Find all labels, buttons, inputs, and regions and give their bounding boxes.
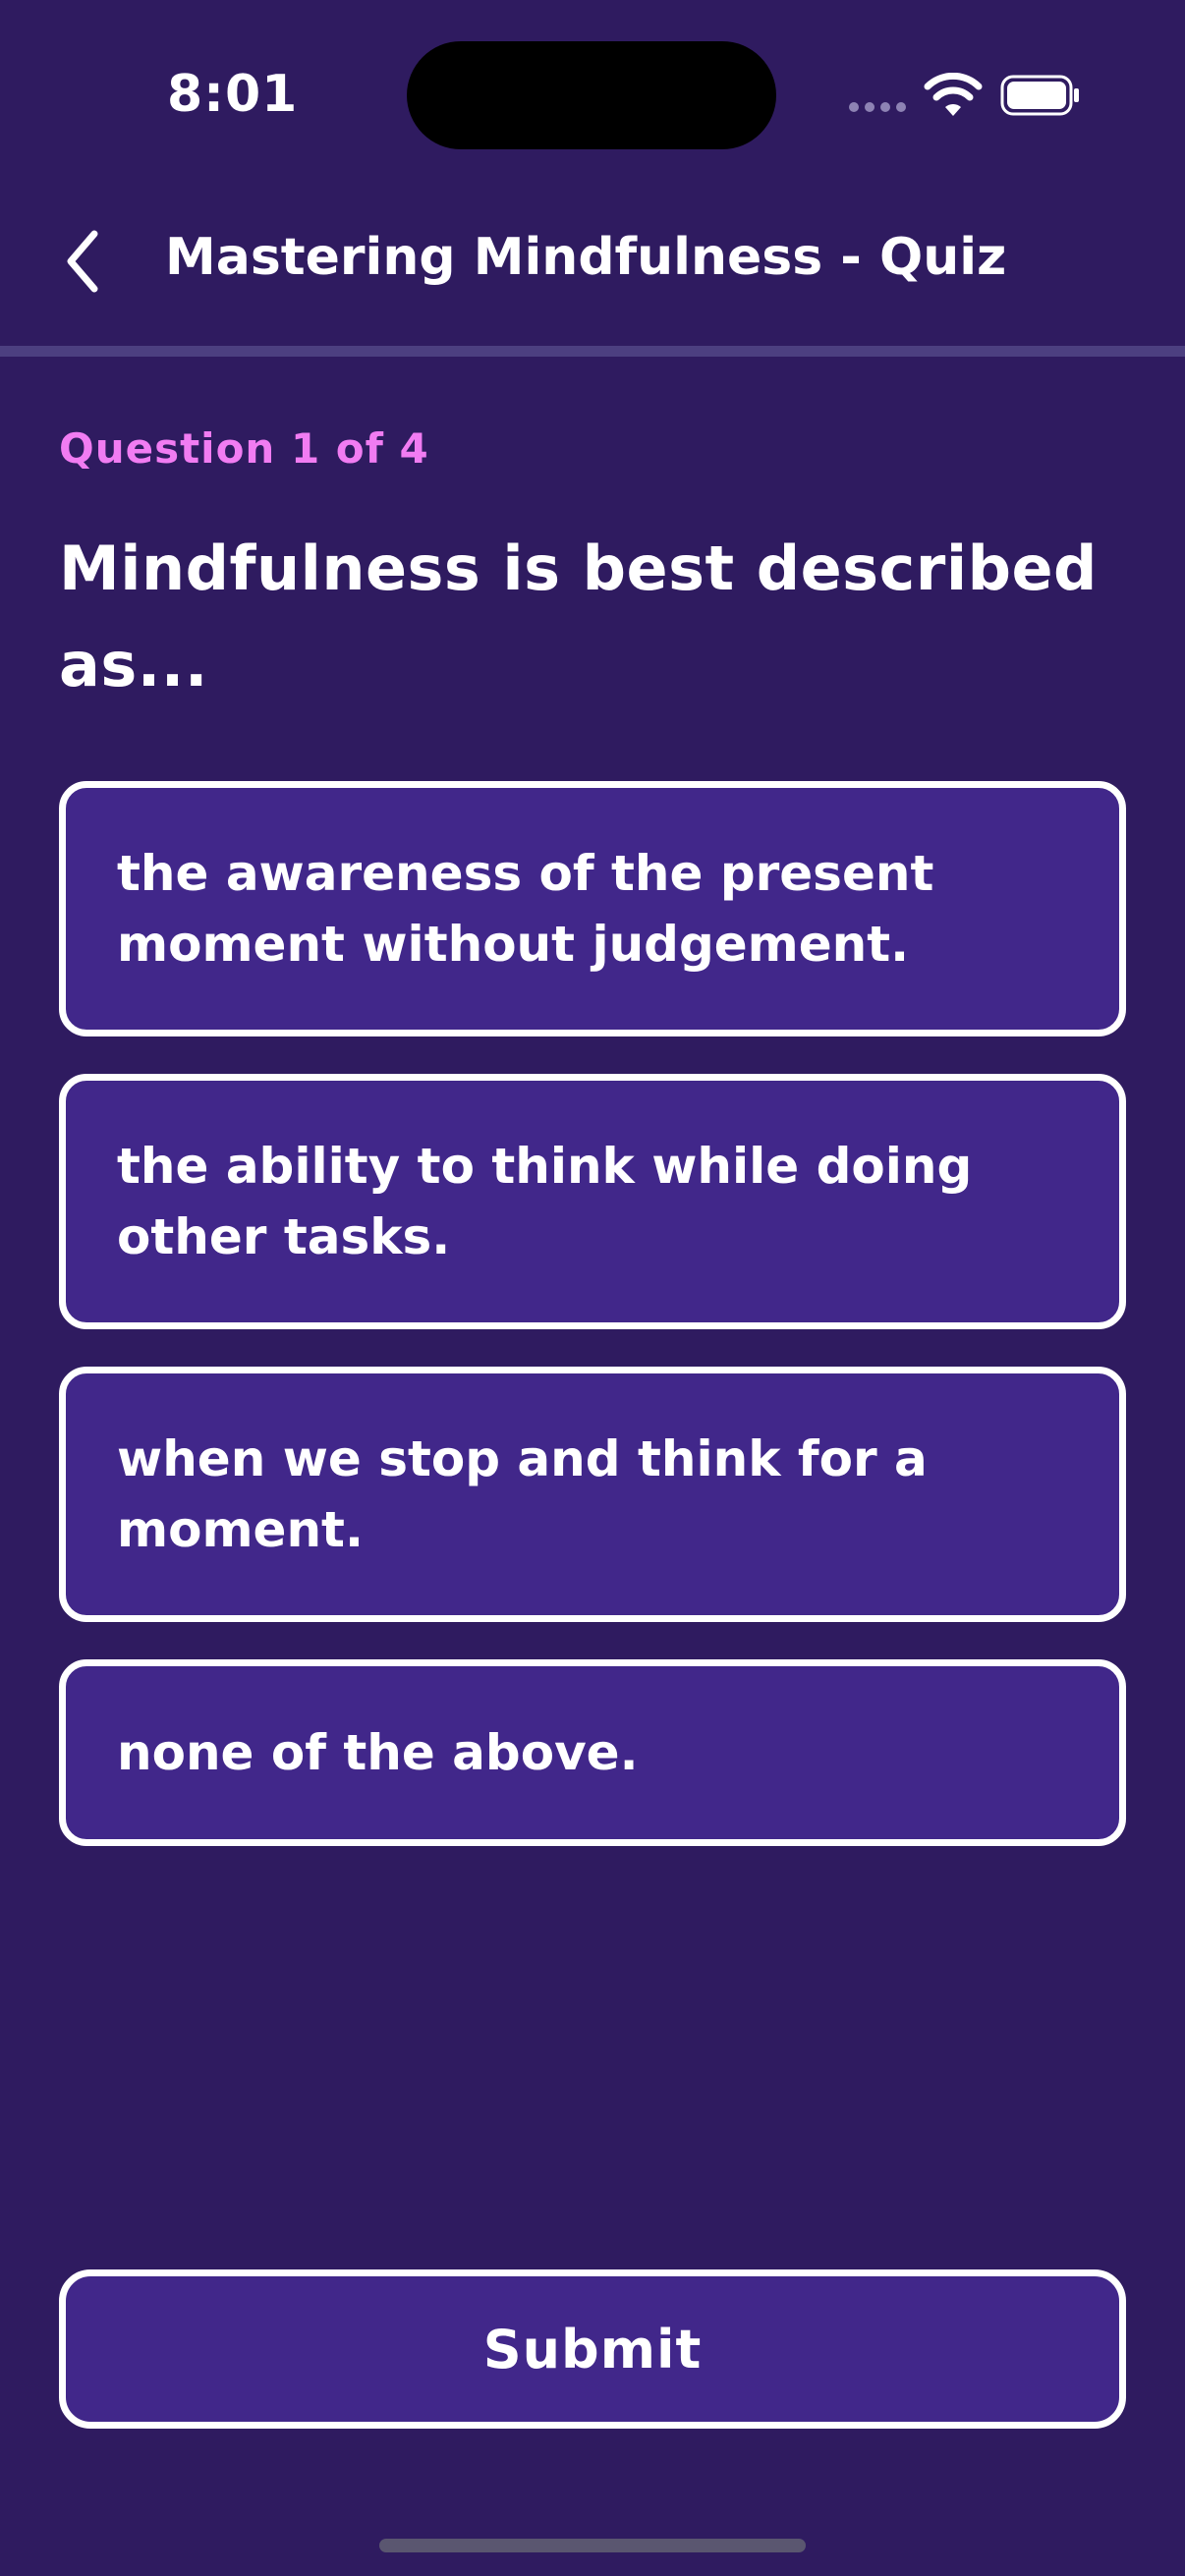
wifi-icon [924, 73, 983, 116]
status-time: 8:01 [167, 65, 299, 124]
dynamic-island [407, 41, 776, 149]
home-indicator[interactable] [379, 2539, 806, 2552]
submit-button[interactable]: Submit [59, 2269, 1126, 2429]
page-title: Mastering Mindfulness - Quiz [165, 228, 1007, 287]
answer-option-3[interactable]: when we stop and think for a moment. [59, 1367, 1126, 1622]
battery-icon [1000, 75, 1079, 116]
answer-option-label: the ability to think while doing other t… [117, 1138, 973, 1265]
submit-label: Submit [482, 2318, 703, 2380]
answer-option-label: when we stop and think for a moment. [117, 1430, 928, 1558]
question-counter: Question 1 of 4 [59, 424, 429, 473]
back-button[interactable] [47, 222, 118, 301]
chevron-left-icon [67, 230, 98, 293]
answer-options: the awareness of the present moment with… [59, 781, 1126, 1883]
nav-header: Mastering Mindfulness - Quiz [0, 196, 1185, 346]
answer-option-label: the awareness of the present moment with… [117, 845, 934, 973]
header-divider [0, 346, 1185, 357]
answer-option-2[interactable]: the ability to think while doing other t… [59, 1074, 1126, 1329]
status-bar: 8:01 [0, 0, 1185, 196]
question-text: Mindfulness is best described as... [59, 532, 1098, 700]
signal-dots-icon [849, 102, 908, 116]
answer-option-1[interactable]: the awareness of the present moment with… [59, 781, 1126, 1036]
answer-option-label: none of the above. [117, 1724, 639, 1781]
answer-option-4[interactable]: none of the above. [59, 1659, 1126, 1846]
